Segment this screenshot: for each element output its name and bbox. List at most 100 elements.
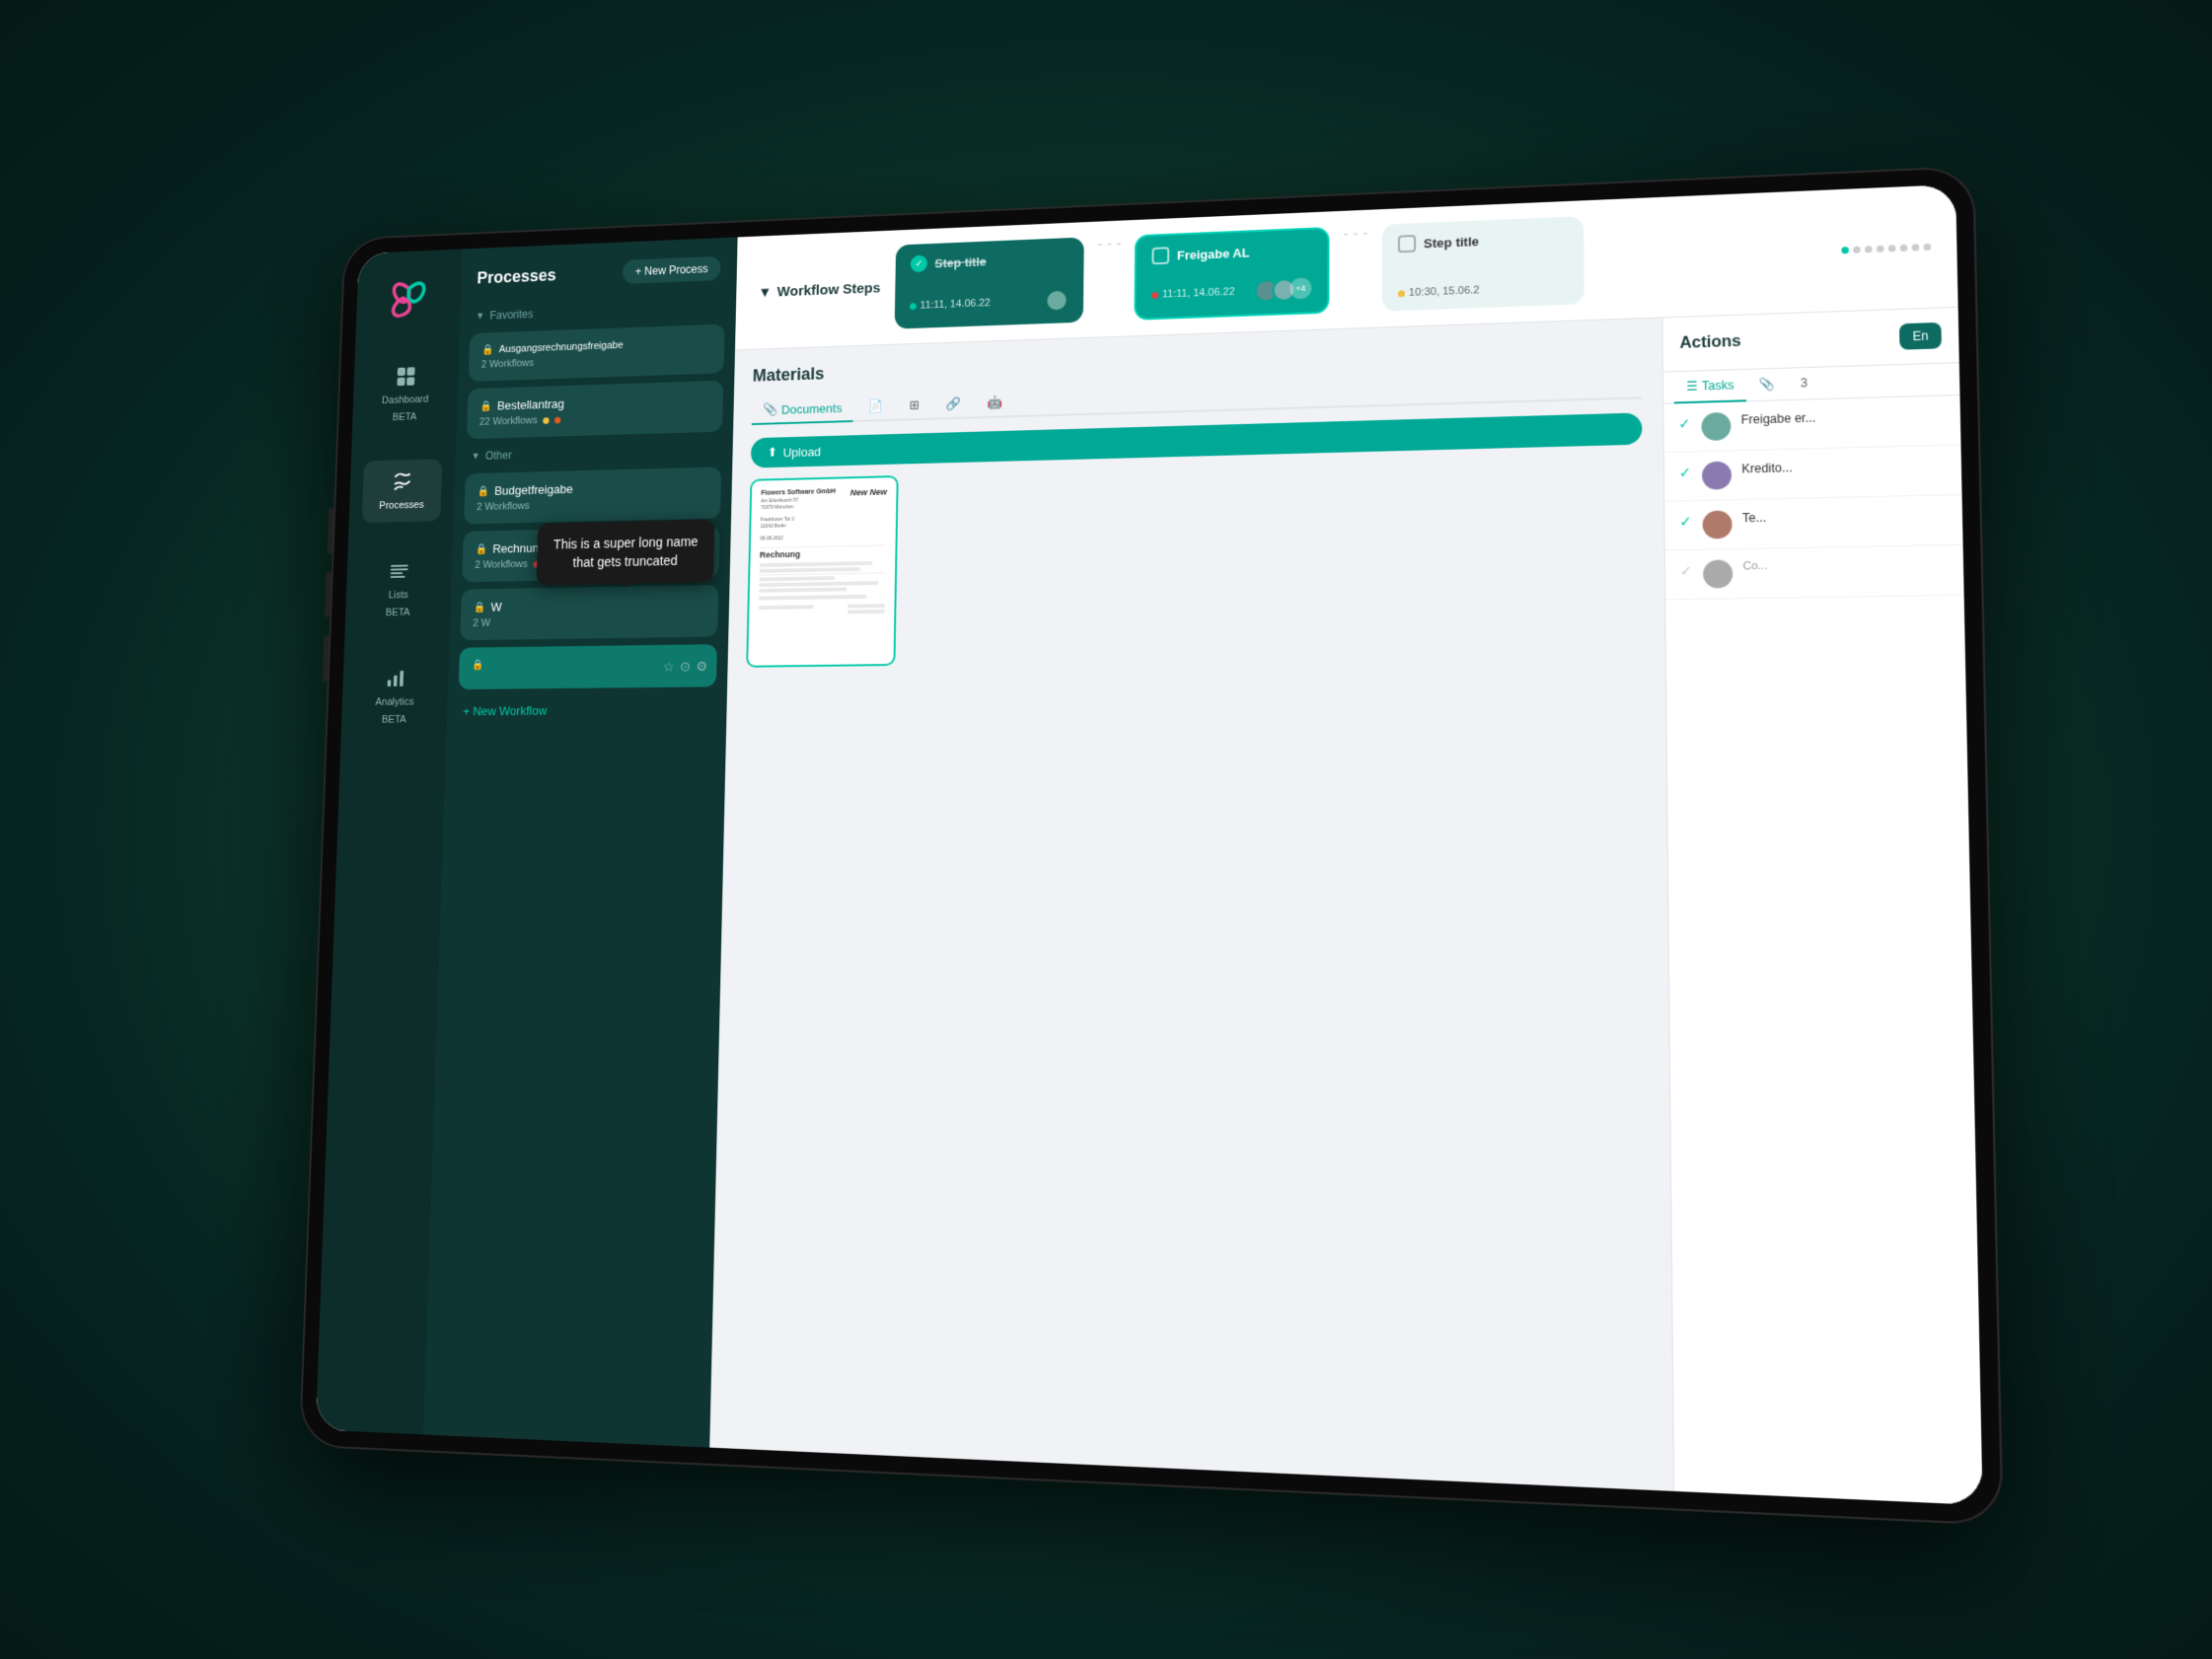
step1-meta: 11:11, 14.06.22 xyxy=(910,289,1069,318)
tab-files[interactable]: 📄 xyxy=(856,393,894,422)
star-icon[interactable]: ☆ xyxy=(663,658,675,674)
step2-date: 11:11, 14.06.22 xyxy=(1151,286,1234,301)
task3-avatar xyxy=(1702,510,1732,539)
step2-checkbox xyxy=(1151,247,1169,264)
analytics-beta: BETA xyxy=(382,714,406,727)
step3-date: 10:30, 15.06.2 xyxy=(1398,284,1480,299)
bottom-area: Materials 📎 Documents 📄 ⊞ xyxy=(709,308,1982,1505)
tab-clip[interactable]: 📎 xyxy=(1746,369,1788,402)
dot-6 xyxy=(1900,244,1908,251)
workflow-steps-cards: ✓ Step title 11:11, 14.06.22 - - - xyxy=(895,206,1825,329)
dashboard-icon xyxy=(394,363,418,390)
task-item-2[interactable]: ✓ Kredito... xyxy=(1664,445,1962,501)
new-workflow-button[interactable]: + New Workflow xyxy=(447,690,727,730)
sidebar-item-lists[interactable]: Lists BETA xyxy=(358,548,439,629)
process-item-w[interactable]: This is a super long namethat gets trunc… xyxy=(460,585,718,640)
process-item-budget[interactable]: 🔒 Budgetfreigabe 2 Workflows xyxy=(464,467,721,524)
tablet-button-volume[interactable] xyxy=(327,508,333,553)
doc-title: Rechnung xyxy=(760,547,886,559)
new-process-button[interactable]: + New Process xyxy=(623,256,721,284)
doc-date: 08.08.2022 xyxy=(760,534,886,541)
processes-icon xyxy=(390,469,415,496)
task3-text: Te... xyxy=(1742,510,1767,528)
dot-8 xyxy=(1924,243,1932,250)
doc-address-to: Frankfurter Tor 210243 Berlin xyxy=(760,515,886,531)
process-item-ausgangs[interactable]: 🔒 Ausgangsrechnungsfreigabe 2 Workflows xyxy=(469,325,725,382)
section-other: ▼ Other xyxy=(455,435,733,470)
file-icon: 📄 xyxy=(868,398,884,414)
other-chevron: ▼ xyxy=(472,451,480,461)
tablet-button-power[interactable] xyxy=(323,636,330,683)
tablet-side-buttons xyxy=(323,508,334,682)
tab-number[interactable]: 3 xyxy=(1788,368,1820,400)
task2-check-icon: ✓ xyxy=(1679,465,1692,482)
task1-check-icon: ✓ xyxy=(1678,415,1691,433)
actions-title: Actions xyxy=(1679,333,1740,353)
analytics-label: Analytics xyxy=(375,696,414,709)
lists-icon xyxy=(387,558,412,585)
upload-icon: ⬆ xyxy=(768,445,777,460)
task-item-3[interactable]: ✓ Te... xyxy=(1664,495,1962,551)
step-connector-1: - - - xyxy=(1097,236,1122,322)
lists-label: Lists xyxy=(389,589,408,602)
lists-beta: BETA xyxy=(386,607,410,619)
tooltip-bubble: This is a super long namethat gets trunc… xyxy=(537,520,715,586)
lock-icon-superlong: 🔒 xyxy=(472,659,484,671)
step-card-2[interactable]: Freigabe AL 11:11, 14.06.22 +4 xyxy=(1134,227,1329,321)
tab-robot[interactable]: 🤖 xyxy=(976,389,1014,418)
app-logo xyxy=(384,268,433,320)
tablet-button-volume2[interactable] xyxy=(325,572,332,617)
main-content: ▼ Workflow Steps ✓ Step title 11:1 xyxy=(709,184,1982,1505)
tab-grid[interactable]: ⊞ xyxy=(898,392,931,421)
sidebar-item-dashboard[interactable]: Dashboard BETA xyxy=(365,353,446,434)
sidebar-item-analytics[interactable]: Analytics BETA xyxy=(354,655,436,736)
step1-dot xyxy=(910,303,917,310)
actions-en-button[interactable]: En xyxy=(1899,323,1942,350)
step-card-1[interactable]: ✓ Step title 11:11, 14.06.22 xyxy=(895,237,1084,328)
lock-icon-ausgangs: 🔒 xyxy=(481,343,494,355)
task4-check-icon: ✓ xyxy=(1680,562,1693,580)
analytics-icon xyxy=(383,665,408,691)
process-name-w: 🔒 W xyxy=(474,597,705,614)
tab-tasks[interactable]: ☰ Tasks xyxy=(1673,370,1746,404)
dashboard-label: Dashboard xyxy=(382,394,429,407)
lock-icon-budget: 🔒 xyxy=(477,485,489,497)
step3-title: Step title xyxy=(1424,234,1479,251)
document-thumbnail[interactable]: New New Flowers Software GmbH Am Erlenbu… xyxy=(746,475,898,668)
process-item-superlong[interactable]: 🔒 ☆ ⊙ ⚙ xyxy=(459,644,717,689)
dot-orange-bestell xyxy=(554,416,560,423)
step1-check: ✓ xyxy=(911,255,927,273)
step-connector-2: - - - xyxy=(1343,225,1367,313)
document-icon: 📎 xyxy=(763,402,777,418)
task3-check-icon: ✓ xyxy=(1679,513,1692,531)
step3-checkbox xyxy=(1398,235,1416,252)
lock-icon-bestell: 🔒 xyxy=(479,399,492,411)
grid-icon: ⊞ xyxy=(909,397,920,413)
tab-documents[interactable]: 📎 Documents xyxy=(752,394,853,425)
clip-icon: 📎 xyxy=(1759,377,1775,392)
tab-link[interactable]: 🔗 xyxy=(934,391,973,420)
documents-grid: New New Flowers Software GmbH Am Erlenbu… xyxy=(729,457,1652,1472)
task4-text: Co... xyxy=(1742,559,1767,575)
workflow-steps-title: ▼ Workflow Steps xyxy=(758,280,880,301)
step3-meta: 10:30, 15.06.2 xyxy=(1398,281,1568,299)
lock-icon-rechnungs: 🔒 xyxy=(476,542,488,554)
materials-section: Materials 📎 Documents 📄 ⊞ xyxy=(709,318,1673,1490)
robot-icon: 🤖 xyxy=(988,395,1003,410)
processes-label: Processes xyxy=(379,500,424,513)
step2-dot xyxy=(1151,291,1158,298)
other-label: Other xyxy=(485,449,512,463)
process-item-bestell[interactable]: 🔒 Bestellantrag 22 Workflows xyxy=(467,381,723,439)
step-card-3[interactable]: Step title 10:30, 15.06.2 xyxy=(1382,216,1585,312)
share-icon[interactable]: ⊙ xyxy=(680,658,691,674)
dot-1 xyxy=(1841,247,1849,253)
step2-meta: 11:11, 14.06.22 +4 xyxy=(1151,277,1311,306)
step1-avatar xyxy=(1045,289,1068,313)
settings-icon[interactable]: ⚙ xyxy=(696,658,707,674)
sidebar-item-processes[interactable]: Processes xyxy=(362,460,443,523)
process-item-actions: ☆ ⊙ ⚙ xyxy=(663,658,708,675)
task-item-1[interactable]: ✓ Freigabe er... xyxy=(1663,396,1960,453)
task-item-4[interactable]: ✓ Co... xyxy=(1665,545,1964,601)
tasks-icon: ☰ xyxy=(1686,380,1698,394)
doc-address-from: Am Erlenbusch 5770379 München xyxy=(761,495,887,511)
